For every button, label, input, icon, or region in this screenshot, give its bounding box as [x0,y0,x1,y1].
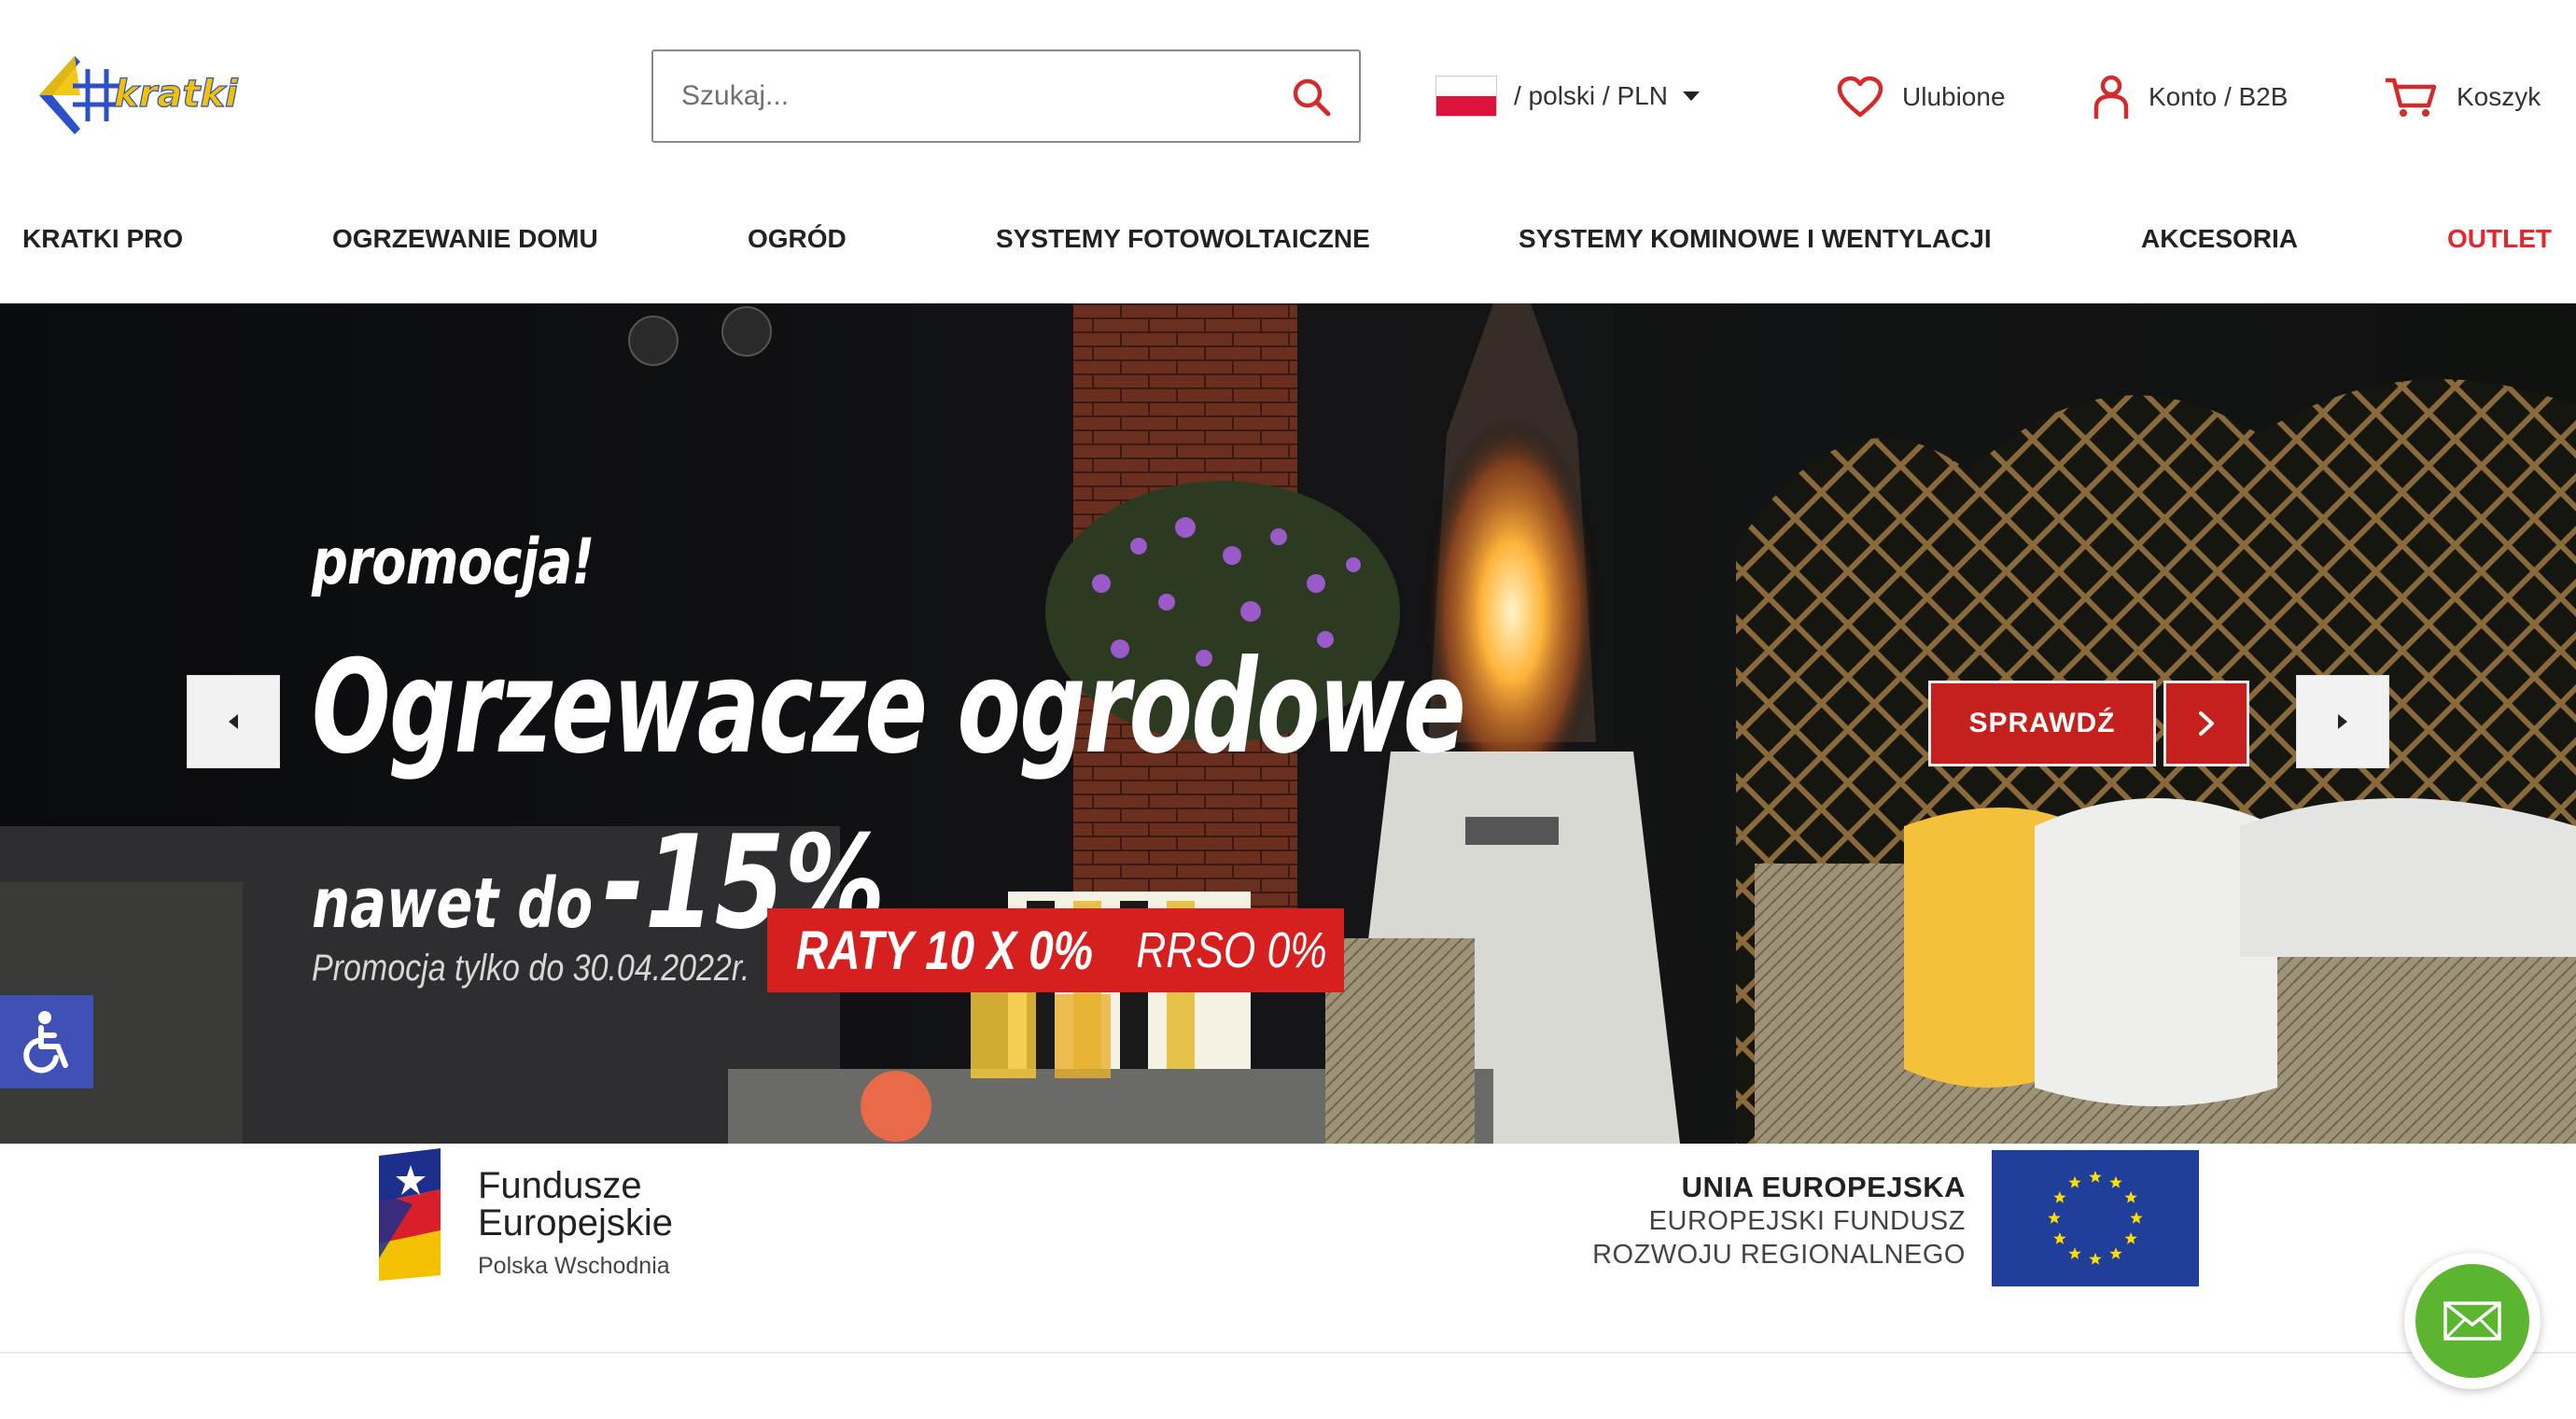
hero-slider: promocja! Ogrzewacze ogrodowe nawet do-1… [0,303,2576,1144]
installments-rrso: RRSO 0% [1136,922,1328,978]
fe-line-2: Europejskie [478,1202,674,1243]
nav-item-kratki-pro[interactable]: KRATKI PRO [22,224,183,254]
promo-kicker: promocja! [312,526,595,599]
chat-bubble [2415,1264,2529,1378]
slider-prev-button[interactable] [187,675,280,768]
cart-label: Koszyk [2457,82,2541,111]
nav-item-systemy-kominowe[interactable]: SYSTEMY KOMINOWE I WENTYLACJI [1519,224,1992,254]
nav-item-systemy-fotowoltaiczne[interactable]: SYSTEMY FOTOWOLTAICZNE [996,224,1370,254]
fundusze-europejskie-logo [375,1146,446,1283]
chevron-right-icon [2338,714,2347,729]
search-icon[interactable] [1290,76,1333,119]
site-header: kratki / polski / PLN Ulubione Konto / B… [0,0,2576,253]
ue-line-3: ROZWOJU REGIONALNEGO [1592,1240,1966,1270]
nav-item-ogrod[interactable]: OGRÓD [748,224,847,254]
envelope-icon [2443,1301,2501,1341]
chevron-left-icon [229,714,238,729]
chevron-down-icon [1682,91,1700,101]
slider-next-button[interactable] [2296,675,2389,768]
chevron-right-icon [2199,711,2214,736]
main-navigation: KRATKI PRO OGRZEWANIE DOMU OGRÓD SYSTEMY… [0,224,2576,273]
accessibility-button[interactable] [0,995,93,1089]
language-currency-selector[interactable]: / polski / PLN [1435,75,1700,118]
nav-item-outlet[interactable]: OUTLET [2447,224,2552,254]
sprawdz-button[interactable]: SPRAWDŹ [1928,681,2156,766]
kratki-logo[interactable]: kratki [35,49,287,142]
svg-text:kratki: kratki [114,73,239,116]
nav-item-ogrzewanie-domu[interactable]: OGRZEWANIE DOMU [332,224,598,254]
cart-link[interactable]: Koszyk [2384,71,2541,123]
favorites-link[interactable]: Ulubione [1837,71,2006,123]
language-currency-label: / polski / PLN [1514,81,1668,110]
poland-flag-icon [1435,76,1497,117]
user-icon [2093,75,2129,119]
cart-icon [2386,77,2437,117]
sprawdz-arrow-button[interactable] [2163,681,2249,766]
promo-discount-prefix: nawet do [312,864,594,944]
contact-chat-button[interactable] [2404,1253,2541,1389]
ue-line-2: EUROPEJSKI FUNDUSZ [1648,1206,1966,1236]
heart-icon [1837,76,1883,118]
unia-europejska-text: UNIA EUROPEJSKA EUROPEJSKI FUNDUSZ ROZWO… [1592,1171,1966,1271]
fundusze-europejskie-text: Fundusze Europejskie Polska Wschodnia [478,1167,673,1280]
nav-item-akcesoria[interactable]: AKCESORIA [2141,224,2298,254]
account-label: Konto / B2B [2149,82,2289,111]
installments-badge: RATY 10 X 0% RRSO 0% [767,908,1344,992]
installments-bold: RATY 10 X 0% [795,920,1093,981]
promo-title: Ogrzewacze ogrodowe [312,632,1466,782]
search-input[interactable] [681,51,1279,141]
fe-line-1: Fundusze [478,1165,642,1206]
fe-line-3: Polska Wschodnia [478,1253,670,1279]
accessibility-icon [23,1011,68,1074]
promo-date-note: Promocja tylko do 30.04.2022r. [312,948,750,989]
ue-line-1: UNIA EUROPEJSKA [1681,1171,1966,1203]
search-box[interactable] [651,49,1361,143]
account-link[interactable]: Konto / B2B [2093,71,2288,123]
eu-flag-icon [1992,1150,2199,1286]
favorites-label: Ulubione [1902,82,2006,111]
